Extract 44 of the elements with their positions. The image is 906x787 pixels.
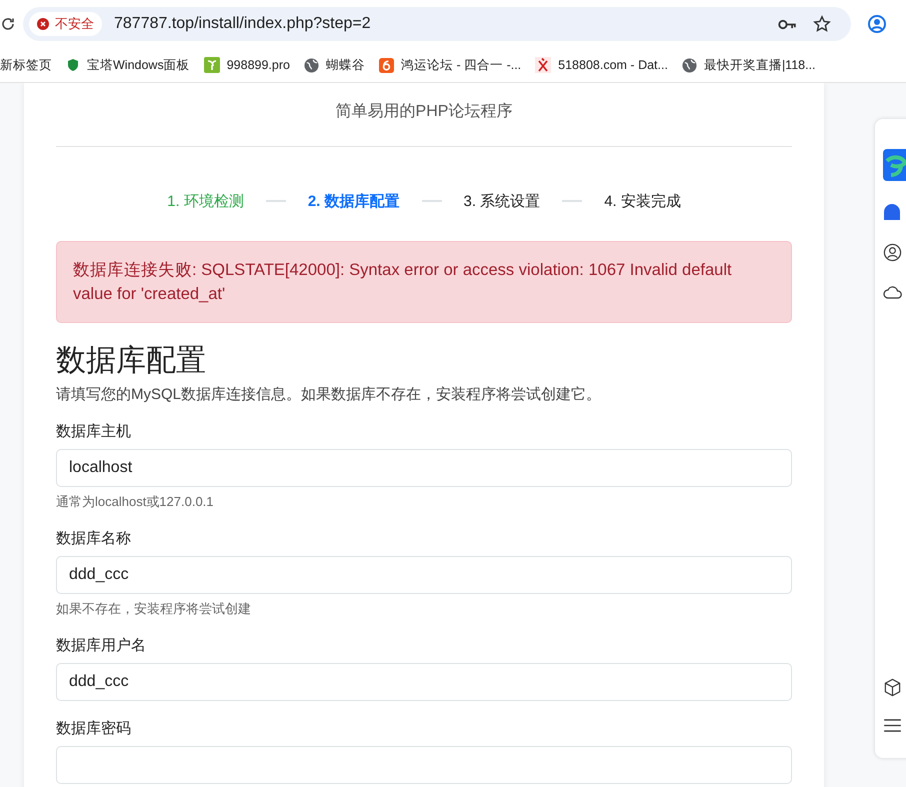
bookmark[interactable]: 宝塔Windows面板	[66, 56, 190, 74]
subtitle: 简单易用的PHP论坛程序	[334, 102, 514, 122]
description-text: 请填写您的MySQL数据库连接信息。如果数据库不存在，安装程序将尝试创建它。	[56, 385, 602, 404]
menu-icon[interactable]	[883, 719, 902, 732]
step-label: 4. 安装完成	[604, 192, 681, 210]
leaf-icon	[204, 57, 220, 73]
step-label: 2. 数据库配置	[308, 192, 400, 210]
number-six-icon	[378, 58, 394, 72]
url-text: 787787.top/install/index.php?step=2	[114, 15, 371, 33]
star-icon[interactable]	[813, 15, 831, 33]
globe-icon	[682, 58, 697, 72]
security-chip[interactable]: 不安全	[29, 12, 102, 36]
section-heading: 数据库配置	[56, 343, 207, 379]
bookmark[interactable]: 最快开奖直播|118...	[682, 56, 816, 74]
bookmark[interactable]: 鸿运论坛 - 四合一 -...	[378, 56, 522, 74]
globe-icon	[304, 58, 319, 72]
profile-icon[interactable]	[867, 14, 887, 34]
blob-icon[interactable]	[883, 203, 901, 221]
reload-icon[interactable]	[0, 16, 16, 32]
error-icon	[37, 18, 49, 30]
cross-mark-icon	[535, 57, 552, 73]
input-field[interactable]	[56, 746, 792, 784]
field-label: 数据库密码	[56, 719, 132, 738]
cube-icon[interactable]	[883, 678, 902, 697]
field-label: 数据库用户名	[56, 636, 147, 655]
bookmark[interactable]: 蝴蝶谷	[304, 56, 365, 74]
step-label: 1. 环境检测	[167, 192, 244, 210]
error-alert: 数据库连接失败: SQLSTATE[42000]: Syntax error or access violation: 1067 Invalid default value for 'created_at'	[56, 241, 792, 323]
cloud-icon[interactable]	[883, 284, 903, 300]
input-field[interactable]: ddd_ccc	[56, 556, 792, 594]
field-label: 数据库主机	[56, 422, 132, 441]
bookmark[interactable]: 518808.com - Dat...	[535, 57, 668, 73]
user-circle-icon[interactable]	[883, 243, 902, 262]
shield-icon	[66, 58, 80, 72]
address-bar[interactable]: 不安全 787787.top/install/index.php?step=2	[23, 7, 851, 41]
bookmark[interactable]: 998899.pro	[204, 57, 290, 73]
input-field[interactable]: localhost	[56, 449, 792, 487]
key-icon[interactable]	[778, 18, 797, 30]
step-label: 3. 系统设置	[464, 192, 540, 210]
help-text: 通常为localhost或127.0.0.1	[56, 493, 215, 511]
help-text: 如果不存在，安装程序将尝试创建	[56, 600, 252, 618]
input-field[interactable]: ddd_ccc	[56, 663, 792, 701]
field-label: 数据库名称	[56, 529, 132, 548]
bookmark[interactable]: 新标签页	[0, 56, 52, 74]
